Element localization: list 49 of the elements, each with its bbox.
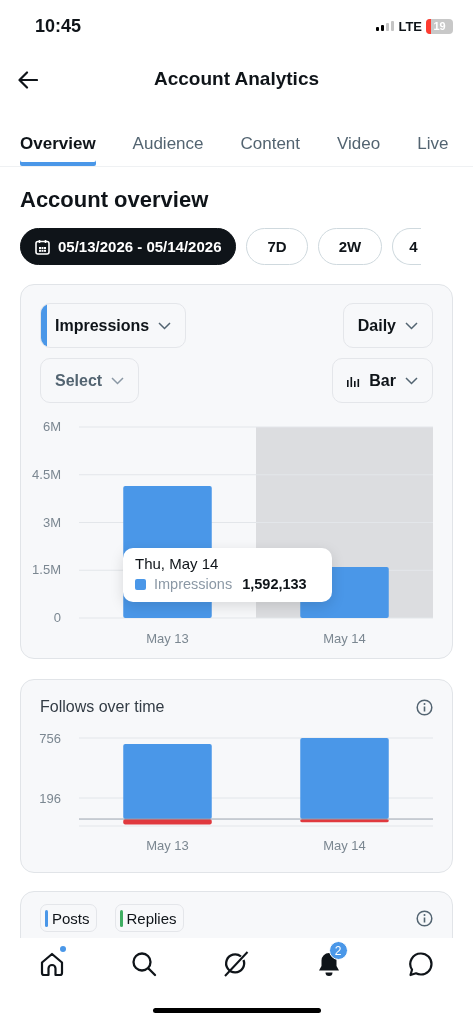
tab[interactable]: Overview <box>20 112 96 166</box>
card-title: Follows over time <box>40 698 165 716</box>
date-filter-chip[interactable]: 7D <box>246 228 308 265</box>
back-arrow-icon[interactable] <box>18 71 38 89</box>
metric-dropdown[interactable]: Impressions <box>40 303 187 348</box>
date-filter-chip[interactable]: 4 <box>392 228 421 265</box>
chevron-icon <box>405 376 418 385</box>
compare-dropdown[interactable]: Select <box>40 358 140 403</box>
metric-chip[interactable]: Replies <box>114 904 184 932</box>
bar-chart-icon <box>347 374 361 387</box>
chevron-icon <box>405 321 418 330</box>
search-icon[interactable] <box>131 951 158 977</box>
axis-label: May 13 <box>146 838 189 853</box>
home-icon[interactable] <box>39 951 66 977</box>
axis-label: 6M <box>42 419 61 434</box>
signal-icon <box>376 21 395 31</box>
calendar-icon <box>35 238 50 255</box>
chevron-icon <box>111 376 125 385</box>
axis-label: 1.5M <box>32 562 61 578</box>
slashed-circle-icon[interactable] <box>222 950 251 978</box>
metric-chip[interactable]: Posts <box>40 904 97 932</box>
tab[interactable]: Live <box>417 112 449 166</box>
tab[interactable]: Video <box>337 112 381 166</box>
axis-label: 3M <box>42 514 61 530</box>
tab[interactable]: Audience <box>132 112 204 166</box>
network-label: LTE <box>398 18 422 34</box>
axis-label: 756 <box>39 731 61 746</box>
tooltip-series: Impressions <box>154 576 233 592</box>
chart-type-dropdown[interactable]: Bar <box>332 358 433 403</box>
status-time: 10:45 <box>35 15 82 37</box>
axis-label: May 14 <box>323 631 366 646</box>
section-title: Account overview <box>20 187 210 213</box>
chevron-icon <box>158 321 172 330</box>
chat-icon[interactable] <box>407 951 434 977</box>
interval-dropdown[interactable]: Daily <box>342 303 433 348</box>
axis-label: 0 <box>53 610 61 625</box>
tooltip-value: 1,592,133 <box>242 576 307 592</box>
tab[interactable]: Content <box>240 112 301 166</box>
date-filter-chip[interactable]: 05/13/2026 - 05/14/2026 <box>20 228 237 265</box>
axis-label: 196 <box>39 791 61 806</box>
info-icon[interactable] <box>416 909 433 927</box>
tooltip-date: Thu, May 14 <box>135 555 220 572</box>
date-filter-chip[interactable]: 2W <box>317 228 383 265</box>
axis-label: May 14 <box>323 838 366 853</box>
axis-label: May 13 <box>146 631 189 646</box>
page-title: Account Analytics <box>153 68 320 90</box>
info-icon[interactable] <box>416 698 433 716</box>
axis-label: 4.5M <box>32 466 61 482</box>
notification-badge: 2 <box>328 941 348 960</box>
